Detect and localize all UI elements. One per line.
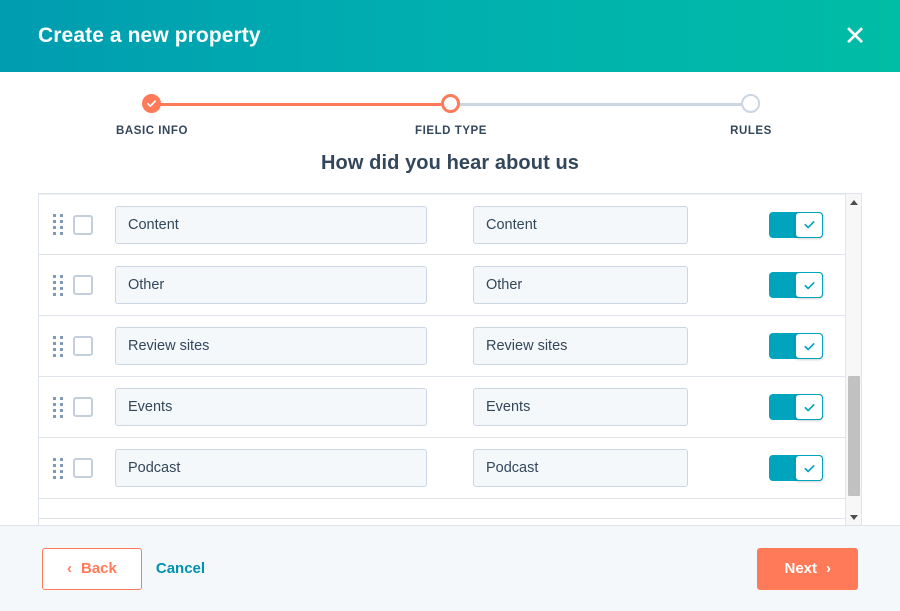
- scroll-up-arrow-icon[interactable]: [846, 194, 862, 210]
- row-checkbox[interactable]: [73, 336, 93, 356]
- option-enabled-toggle[interactable]: [769, 455, 823, 481]
- table-row-partial: [39, 499, 845, 519]
- options-scroll-area: [39, 194, 861, 525]
- cancel-button[interactable]: Cancel: [142, 548, 219, 590]
- table-row: [39, 438, 845, 499]
- stepper-label-basic-info: BASIC INFO: [116, 125, 188, 137]
- options-table: [38, 193, 862, 525]
- option-toggle-cell: [769, 212, 823, 238]
- option-enabled-toggle[interactable]: [769, 333, 823, 359]
- check-icon: [142, 94, 161, 113]
- modal-header: Create a new property ✕: [0, 0, 900, 72]
- chevron-left-icon: ‹: [67, 561, 72, 576]
- stepper-track: BASIC INFO FIELD TYPE RULES: [0, 94, 900, 114]
- table-row: [39, 377, 845, 438]
- option-label-input[interactable]: [115, 388, 427, 426]
- drag-handle-icon[interactable]: [51, 455, 65, 481]
- circle-outline-icon: [741, 94, 760, 113]
- option-value-input[interactable]: [473, 266, 688, 304]
- option-enabled-toggle[interactable]: [769, 394, 823, 420]
- option-value-input[interactable]: [473, 449, 688, 487]
- option-toggle-cell: [769, 272, 823, 298]
- back-button[interactable]: ‹ Back: [42, 548, 142, 590]
- table-row: [39, 255, 845, 316]
- next-button-label: Next: [784, 561, 817, 576]
- scroll-down-arrow-icon[interactable]: [846, 509, 862, 525]
- close-icon[interactable]: ✕: [838, 19, 872, 53]
- drag-handle-icon[interactable]: [51, 394, 65, 420]
- row-checkbox[interactable]: [73, 458, 93, 478]
- toggle-knob: [795, 394, 823, 420]
- create-property-modal: Create a new property ✕ BASIC INFO FIELD…: [0, 0, 900, 611]
- stepper-step-field-type[interactable]: FIELD TYPE: [415, 94, 487, 137]
- next-button[interactable]: Next ›: [757, 548, 858, 590]
- option-value-input[interactable]: [473, 388, 688, 426]
- drag-handle-icon[interactable]: [51, 333, 65, 359]
- option-enabled-toggle[interactable]: [769, 212, 823, 238]
- toggle-knob: [795, 333, 823, 359]
- toggle-knob: [795, 272, 823, 298]
- stepper-label-rules: RULES: [730, 125, 772, 137]
- row-checkbox[interactable]: [73, 275, 93, 295]
- stepper-step-basic-info[interactable]: BASIC INFO: [116, 94, 188, 137]
- stepper-label-field-type: FIELD TYPE: [415, 125, 487, 137]
- toggle-knob: [795, 455, 823, 481]
- table-row: [39, 316, 845, 377]
- stepper-line-remaining: [451, 103, 750, 106]
- row-checkbox[interactable]: [73, 397, 93, 417]
- option-label-input[interactable]: [115, 449, 427, 487]
- option-toggle-cell: [769, 394, 823, 420]
- option-toggle-cell: [769, 333, 823, 359]
- option-enabled-toggle[interactable]: [769, 272, 823, 298]
- option-label-input[interactable]: [115, 327, 427, 365]
- table-row: [39, 194, 845, 255]
- row-checkbox[interactable]: [73, 215, 93, 235]
- option-value-input[interactable]: [473, 206, 688, 244]
- chevron-right-icon: ›: [826, 561, 831, 576]
- wizard-stepper: BASIC INFO FIELD TYPE RULES: [0, 72, 900, 144]
- option-label-input[interactable]: [115, 266, 427, 304]
- options-scrollbar[interactable]: [845, 194, 861, 525]
- toggle-knob: [795, 212, 823, 238]
- back-button-label: Back: [81, 561, 117, 576]
- page-title: Create a new property: [38, 24, 261, 48]
- drag-handle-icon[interactable]: [51, 272, 65, 298]
- modal-footer: ‹ Back Cancel Next ›: [0, 525, 900, 611]
- section-title: How did you hear about us: [0, 152, 900, 175]
- option-label-input[interactable]: [115, 206, 427, 244]
- circle-outline-icon: [441, 94, 460, 113]
- stepper-line-completed: [152, 103, 451, 106]
- drag-handle-icon[interactable]: [51, 212, 65, 238]
- option-toggle-cell: [769, 455, 823, 481]
- stepper-step-rules[interactable]: RULES: [730, 94, 772, 137]
- scrollbar-thumb[interactable]: [848, 376, 860, 496]
- option-value-input[interactable]: [473, 327, 688, 365]
